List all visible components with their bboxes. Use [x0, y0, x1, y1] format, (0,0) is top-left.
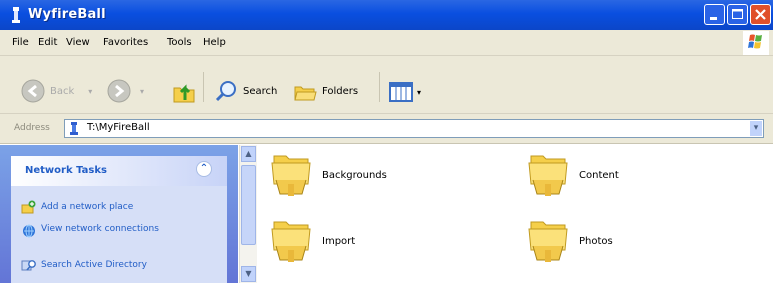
address-dropdown-icon[interactable]: ▾ — [750, 121, 762, 136]
forward-arrow-icon — [107, 79, 131, 103]
menu-bar: File Edit View Favorites Tools Help — [0, 30, 773, 56]
app-icon — [12, 7, 20, 23]
add-network-place-icon — [21, 200, 36, 214]
close-icon — [755, 9, 766, 20]
folder-label: Backgrounds — [322, 169, 387, 181]
shared-folder-icon — [271, 221, 311, 262]
window-title: WyfireBall — [28, 7, 106, 22]
scroll-down-icon[interactable]: ▼ — [241, 266, 256, 282]
views-icon — [389, 82, 413, 102]
up-folder-button[interactable] — [170, 78, 198, 106]
folder-label: Import — [322, 235, 356, 247]
task-search-active-directory[interactable]: Search Active Directory — [41, 260, 211, 271]
menu-help[interactable]: Help — [203, 37, 226, 48]
network-connections-icon — [23, 224, 35, 238]
network-tasks-panel: Network Tasks ⌃ Add a network place View… — [11, 156, 227, 283]
menu-file[interactable]: File — [12, 37, 29, 48]
windows-flag-icon — [748, 34, 762, 49]
folder-item[interactable]: Backgrounds — [268, 150, 387, 200]
minimize-icon — [710, 17, 717, 20]
title-bar: WyfireBall — [0, 0, 773, 30]
folder-item[interactable]: Import — [268, 216, 355, 266]
task-view-network-connections[interactable]: View network connections — [41, 224, 211, 235]
address-bar: Address T:\MyFireBall ▾ — [0, 114, 773, 144]
search-icon — [215, 81, 236, 102]
forward-dropdown-icon[interactable]: ▾ — [140, 87, 144, 96]
vertical-scrollbar[interactable]: ▲ ▼ — [239, 145, 257, 283]
menu-view[interactable]: View — [66, 37, 90, 48]
folders-icon — [294, 86, 317, 101]
folder-item[interactable]: Content — [525, 150, 619, 200]
address-label: Address — [14, 123, 50, 133]
views-dropdown-icon[interactable]: ▾ — [417, 88, 421, 97]
scroll-thumb[interactable] — [241, 165, 256, 245]
search-directory-icon — [21, 260, 36, 271]
back-label: Back — [50, 85, 75, 97]
task-pane: Network Tasks ⌃ Add a network place View… — [0, 145, 238, 283]
maximize-button[interactable] — [727, 4, 748, 25]
minimize-button[interactable] — [704, 4, 725, 25]
shared-folder-icon — [271, 155, 311, 196]
back-arrow-icon — [21, 79, 45, 103]
menu-favorites[interactable]: Favorites — [103, 37, 148, 48]
network-tasks-header[interactable]: Network Tasks ⌃ — [11, 156, 227, 186]
address-field[interactable]: T:\MyFireBall ▾ — [64, 119, 764, 138]
collapse-chevron-icon[interactable]: ⌃ — [196, 161, 212, 177]
address-value: T:\MyFireBall — [87, 122, 150, 133]
up-folder-icon — [173, 84, 195, 103]
fireball-icon — [70, 122, 78, 135]
forward-button[interactable]: ▾ — [106, 78, 144, 104]
folders-button[interactable]: Folders — [292, 78, 358, 104]
search-label: Search — [243, 85, 278, 97]
task-add-network-place[interactable]: Add a network place — [41, 202, 211, 213]
back-dropdown-icon[interactable]: ▾ — [88, 87, 92, 96]
windows-logo — [743, 31, 769, 55]
scroll-up-icon[interactable]: ▲ — [241, 146, 256, 162]
shared-folder-icon — [528, 221, 568, 262]
back-button[interactable]: Back ▾ — [20, 78, 92, 104]
menu-edit[interactable]: Edit — [38, 37, 57, 48]
folder-item[interactable]: Photos — [525, 216, 613, 266]
shared-folder-icon — [528, 155, 568, 196]
folders-label: Folders — [322, 85, 359, 97]
network-tasks-title: Network Tasks — [25, 165, 107, 176]
toolbar-separator — [379, 72, 380, 102]
search-button[interactable]: Search — [213, 78, 277, 104]
views-button[interactable]: ▾ — [388, 80, 421, 104]
toolbar-separator — [203, 72, 204, 102]
folder-label: Photos — [579, 235, 613, 247]
menu-tools[interactable]: Tools — [167, 37, 192, 48]
maximize-icon — [732, 9, 743, 19]
folder-label: Content — [579, 169, 619, 181]
close-button[interactable] — [750, 4, 771, 25]
